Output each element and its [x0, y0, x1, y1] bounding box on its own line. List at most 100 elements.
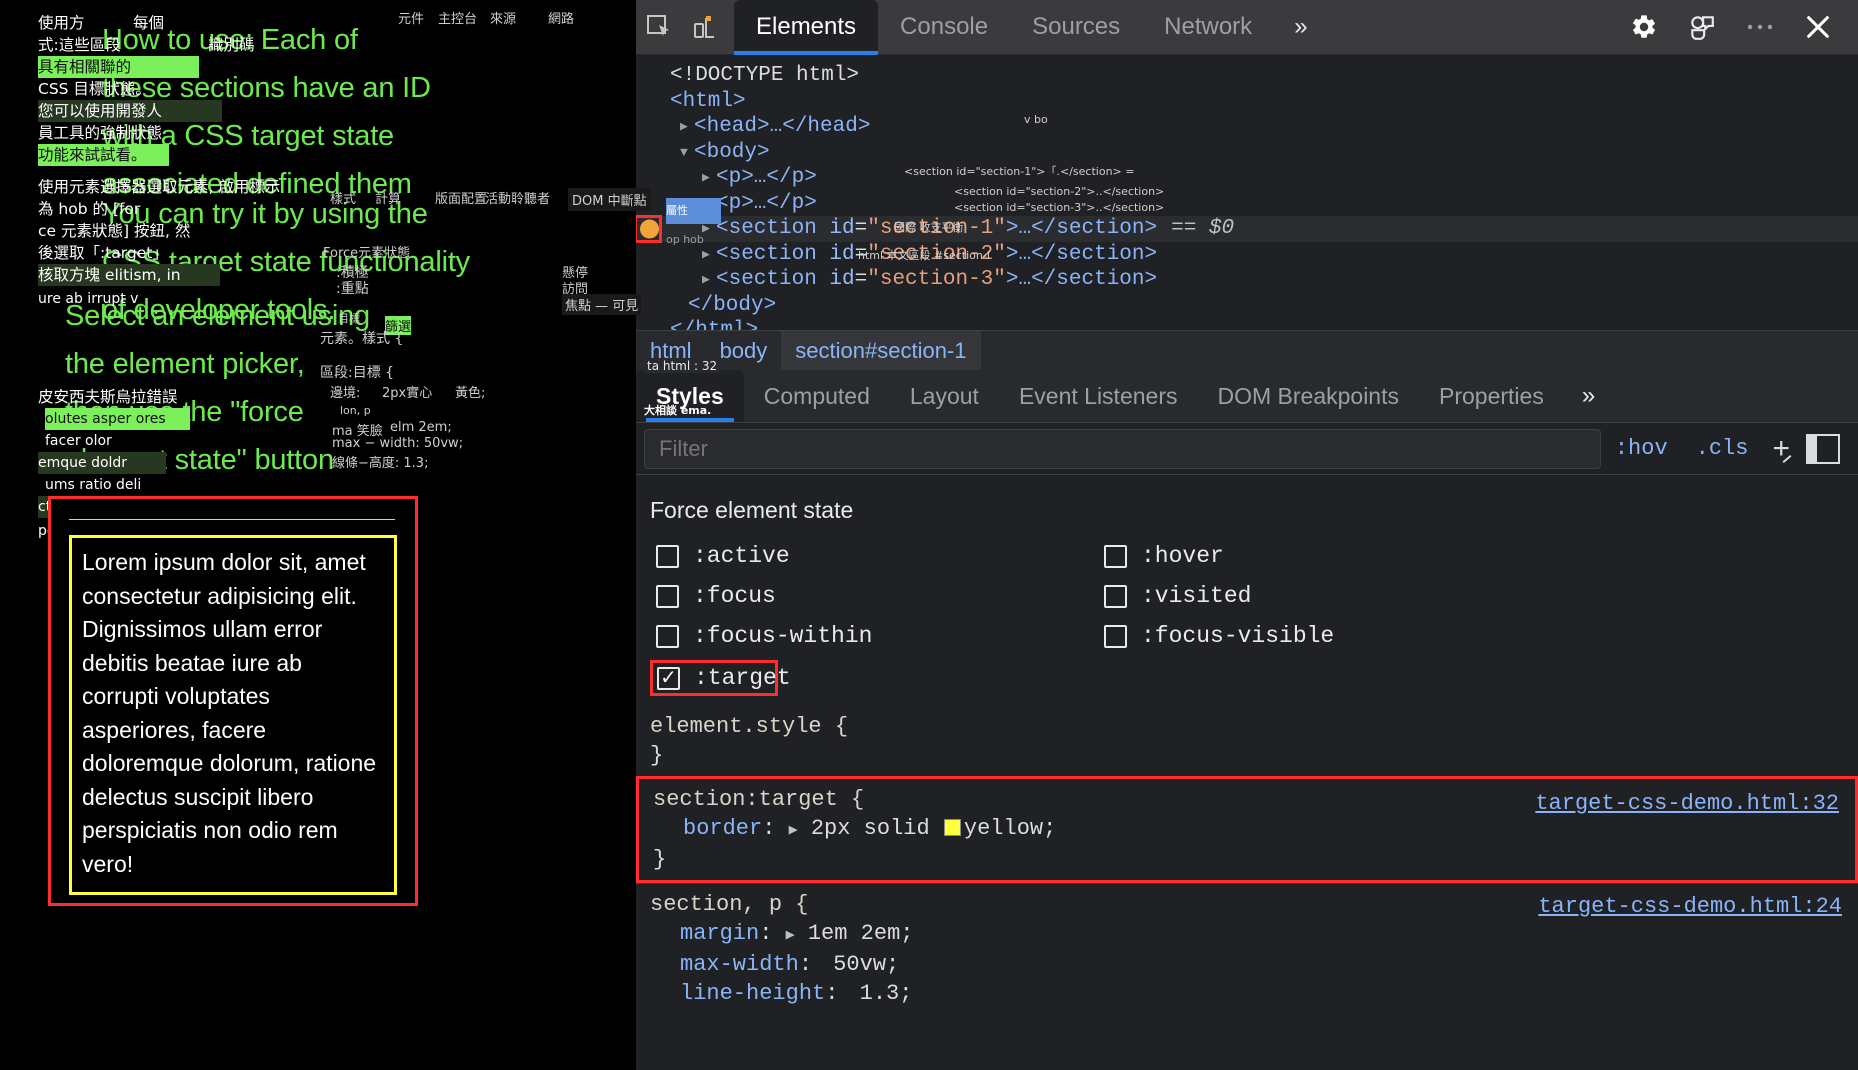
overlay-text: 計算	[375, 188, 401, 207]
dom-node-p-1[interactable]: ▶ <p>…</p>	[636, 165, 1858, 191]
declaration-border-value-tail: yellow;	[964, 816, 1056, 841]
checkbox-hover-icon[interactable]	[1104, 545, 1127, 568]
target-section-box: Lorem ipsum dolor sit, amet consectetur …	[48, 496, 418, 906]
breadcrumb-section-label: section#section-1	[795, 338, 966, 364]
tab-dom-breakpoints[interactable]: DOM Breakpoints	[1197, 370, 1419, 422]
state-checkbox-visited[interactable]: :visited	[1098, 580, 1858, 612]
breadcrumb-item-section-1[interactable]: section#section-1	[781, 331, 980, 371]
tab-event-listeners-label: Event Listeners	[1019, 383, 1178, 410]
overlay-text: 元件	[398, 8, 424, 27]
css-rule-section-p[interactable]: section, p { margin: ▶ 1em 2em; max-widt…	[636, 883, 1858, 1014]
dom-node-section-1[interactable]: ▶ <section id = "section-1" >…</section>…	[636, 216, 1858, 242]
expand-triangle-icon[interactable]: ▶	[680, 114, 694, 140]
dom-node-head[interactable]: ▶ <head>…</head>	[636, 114, 1858, 140]
checkbox-active-icon[interactable]	[656, 545, 679, 568]
expand-triangle-icon[interactable]: ▶	[702, 165, 716, 191]
tab-event-listeners[interactable]: Event Listeners	[999, 370, 1198, 422]
css-rule-section-target[interactable]: section:target { border: ▶ 2px solid yel…	[636, 776, 1858, 883]
declaration-max-width[interactable]: max-width: 50vw;	[650, 950, 1858, 979]
dom-tree[interactable]: <!DOCTYPE html> <html> ▶ <head>…</head> …	[636, 55, 1858, 330]
tab-sources[interactable]: Sources	[1010, 0, 1142, 55]
element-classes-button[interactable]: .cls	[1682, 436, 1763, 461]
more-tabs-chevron-icon[interactable]: »	[1274, 0, 1327, 55]
dom-node-section-2[interactable]: ▶ <section id = "section-2" >…</section>	[636, 242, 1858, 268]
declaration-line-height[interactable]: line-height: 1.3;	[650, 979, 1858, 1008]
dom-node-html-close[interactable]: </html>	[636, 318, 1858, 330]
checkbox-visited-icon[interactable]	[1104, 585, 1127, 608]
tab-console-label: Console	[900, 13, 988, 41]
checkbox-focus-icon[interactable]	[656, 585, 679, 608]
html-open-text: <html>	[670, 89, 746, 115]
overlay-text: emque doldr	[38, 452, 166, 474]
dom-node-body-close[interactable]: </body>	[636, 293, 1858, 319]
dom-node-p-2[interactable]: ▶ <p>…</p>	[636, 191, 1858, 217]
tab-layout-label: Layout	[910, 383, 979, 410]
expand-shorthand-icon[interactable]: ▶	[789, 822, 798, 839]
tab-computed[interactable]: Computed	[744, 370, 890, 422]
inspect-element-icon[interactable]	[636, 7, 682, 47]
overlay-text: 2px實心	[382, 382, 432, 401]
settings-gear-icon[interactable]	[1618, 7, 1670, 47]
overlay-text: 大相談 ema.	[644, 402, 711, 418]
state-checkbox-target[interactable]: :target	[650, 660, 778, 696]
device-toolbar-icon[interactable]	[682, 7, 728, 47]
target-yellow-border: Lorem ipsum dolor sit, amet consectetur …	[69, 535, 397, 895]
dom-node-body-open[interactable]: ▼ <body>	[636, 140, 1858, 166]
tab-properties[interactable]: Properties	[1419, 370, 1564, 422]
force-state-hov-button[interactable]: :hov	[1601, 436, 1682, 461]
collapse-triangle-icon[interactable]: ▼	[680, 140, 694, 166]
checkbox-focus-visible-icon[interactable]	[1104, 625, 1127, 648]
new-style-rule-button[interactable]: +	[1762, 432, 1800, 466]
toggle-sidebar-icon[interactable]	[1806, 434, 1840, 464]
state-visited-label: :visited	[1141, 583, 1251, 609]
checkbox-target-icon[interactable]	[657, 667, 680, 690]
declaration-margin[interactable]: margin: ▶ 1em 2em;	[650, 919, 1858, 950]
more-sidebar-tabs-chevron-icon[interactable]: »	[1564, 370, 1613, 422]
state-checkbox-hover[interactable]: :hover	[1098, 540, 1858, 572]
overlay-text: elm 2em;	[390, 420, 452, 435]
state-checkbox-focus[interactable]: :focus	[650, 580, 1098, 612]
tab-computed-label: Computed	[764, 383, 870, 410]
breadcrumb-body-label: body	[720, 338, 768, 364]
tab-styles[interactable]: Styles 大相談 ema.	[636, 370, 744, 422]
dom-node-section-3[interactable]: ▶ <section id = "section-3" >…</section>	[636, 267, 1858, 293]
dom-node-html-open[interactable]: <html>	[636, 89, 1858, 115]
checkbox-focus-within-icon[interactable]	[656, 625, 679, 648]
overlay-text: facer olor	[45, 430, 112, 452]
dom-node-doctype[interactable]: <!DOCTYPE html>	[636, 63, 1858, 89]
state-checkbox-active[interactable]: :active	[650, 540, 1098, 572]
tab-console[interactable]: Console	[878, 0, 1010, 55]
element-style-selector: element.style {	[650, 712, 1858, 741]
state-focus-label: :focus	[693, 583, 776, 609]
declaration-margin-property: margin	[680, 921, 759, 946]
source-link-section-target[interactable]: target-css-demo.html:32	[1535, 789, 1839, 818]
color-swatch-yellow[interactable]	[944, 819, 961, 836]
tab-sources-label: Sources	[1032, 13, 1120, 41]
section-3-tag: <section	[716, 267, 829, 293]
body-open-text: <body>	[694, 140, 770, 166]
section-3-value: "section-3"	[867, 267, 1006, 293]
tab-elements[interactable]: Elements	[734, 0, 878, 55]
overlay-text: ure ab irrupt v	[38, 288, 138, 310]
expand-triangle-icon[interactable]: ▶	[702, 267, 716, 293]
expand-triangle-icon[interactable]: ▶	[702, 242, 716, 268]
overlay-text: 具有相關聯的	[38, 56, 199, 78]
tab-network[interactable]: Network	[1142, 0, 1274, 55]
toolbar-right-icons	[1618, 7, 1858, 47]
declaration-border[interactable]: border: ▶ 2px solid yellow;	[653, 814, 1855, 845]
filter-input[interactable]	[644, 429, 1601, 469]
close-icon[interactable]	[1792, 7, 1844, 47]
feedback-icon[interactable]	[1676, 7, 1728, 47]
overlay-text: 使用方	[38, 12, 85, 34]
expand-shorthand-icon[interactable]: ▶	[786, 927, 795, 944]
tab-layout[interactable]: Layout	[890, 370, 999, 422]
state-checkbox-focus-visible[interactable]: :focus-visible	[1098, 620, 1858, 652]
state-checkbox-focus-within[interactable]: :focus-within	[650, 620, 1098, 652]
breadcrumb[interactable]: html body section#section-1 ta html : 32	[636, 330, 1858, 370]
section-1-attr: id	[829, 216, 854, 242]
css-rule-element-style[interactable]: element.style { }	[636, 706, 1858, 776]
source-link-section-p[interactable]: target-css-demo.html:24	[1538, 892, 1842, 921]
more-options-icon[interactable]	[1734, 7, 1786, 47]
head-text: <head>…</head>	[694, 114, 870, 140]
force-element-state-title: Force element state	[636, 489, 1858, 540]
